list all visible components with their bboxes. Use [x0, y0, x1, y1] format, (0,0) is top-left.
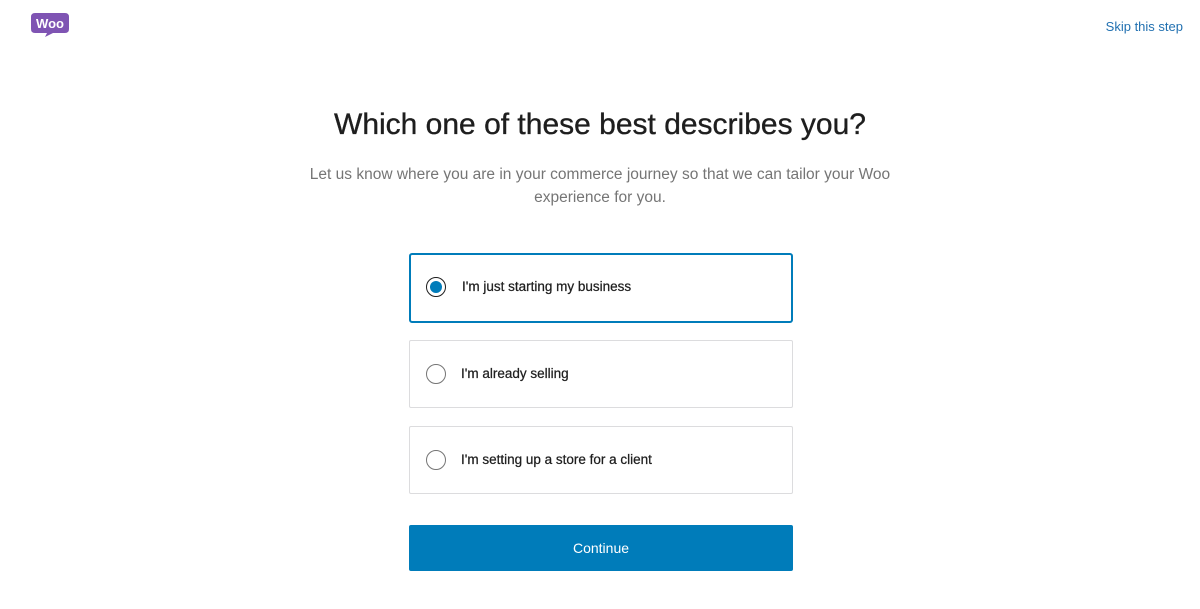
option-label: I'm already selling — [461, 366, 569, 381]
option-already-selling[interactable]: I'm already selling — [409, 340, 793, 408]
option-starting-business[interactable]: I'm just starting my business — [409, 253, 793, 323]
radio-button[interactable] — [426, 364, 446, 384]
option-label: I'm just starting my business — [462, 279, 632, 294]
radio-button[interactable] — [426, 277, 446, 297]
radio-button[interactable] — [426, 450, 446, 470]
woo-logo-icon: Woo — [31, 13, 69, 37]
skip-step-link[interactable]: Skip this step — [1106, 19, 1183, 34]
option-label: I'm setting up a store for a client — [461, 452, 652, 467]
woo-logo[interactable]: Woo — [31, 13, 69, 37]
radio-selected-dot — [429, 280, 442, 293]
option-store-for-client[interactable]: I'm setting up a store for a client — [409, 426, 793, 494]
page-subtitle: Let us know where you are in your commer… — [309, 166, 891, 206]
page-title: Which one of these best describes you? — [334, 108, 866, 141]
continue-button[interactable]: Continue — [409, 525, 793, 571]
woo-logo-text: Woo — [36, 16, 64, 31]
